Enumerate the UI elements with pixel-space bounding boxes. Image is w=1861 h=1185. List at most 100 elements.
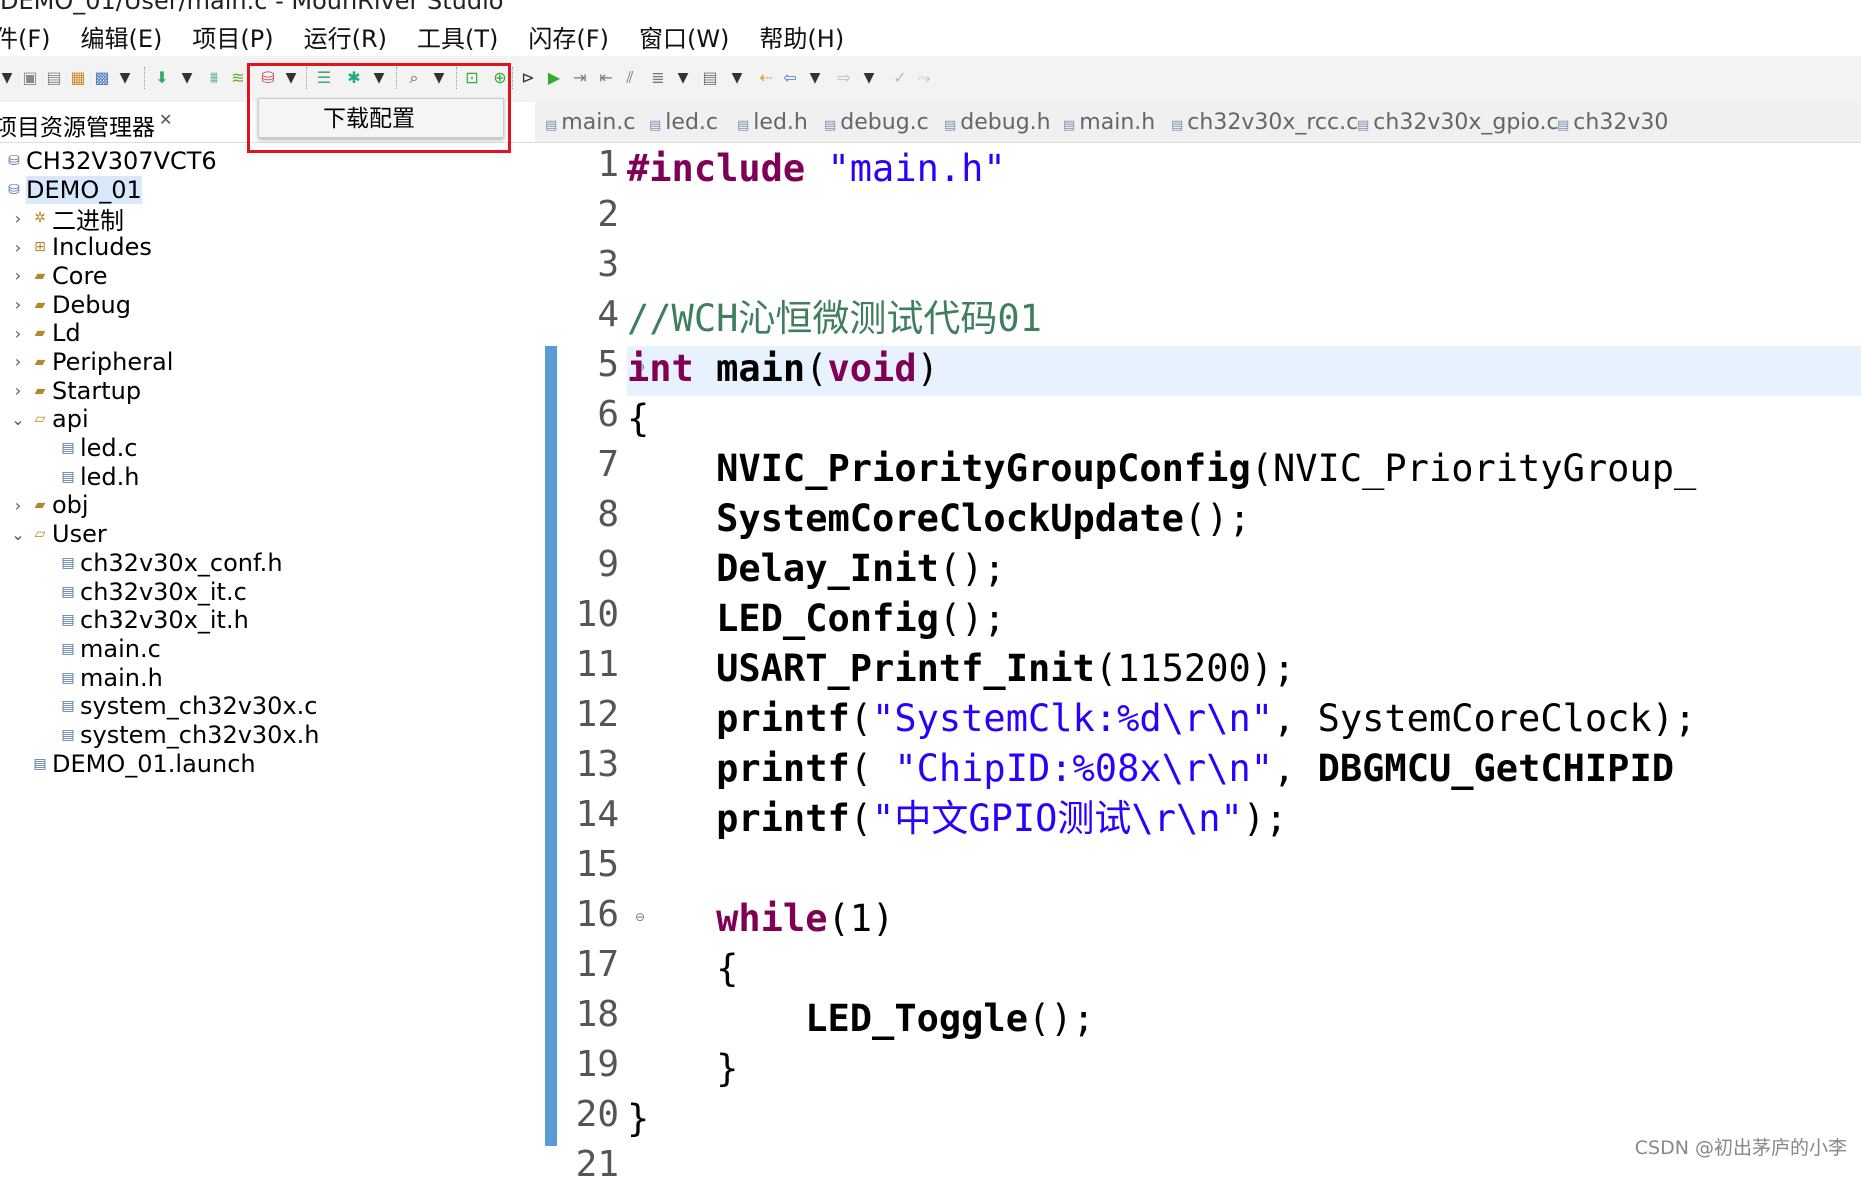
c-file-icon: ▤	[61, 583, 75, 600]
code-line[interactable]: while(1)	[627, 894, 894, 944]
editor-tab-label: ch32v30x_gpio.c	[1373, 110, 1559, 135]
chevron-down-icon[interactable]: ▼	[118, 68, 132, 88]
collapsed-chevron-icon[interactable]: ›	[10, 209, 26, 228]
chevron-down-icon[interactable]: ▼	[808, 68, 822, 88]
expanded-chevron-icon[interactable]: ⌄	[10, 410, 26, 429]
code-token: main	[716, 347, 806, 390]
collapsed-chevron-icon[interactable]: ›	[10, 238, 26, 257]
chevron-down-icon[interactable]: ▼	[676, 68, 690, 88]
collapsed-chevron-icon[interactable]: ›	[10, 266, 26, 285]
project-explorer-title[interactable]: 项目资源管理器	[0, 108, 155, 142]
annotation-icon[interactable]: ▤	[700, 68, 720, 88]
save-icon[interactable]: ▣	[20, 68, 40, 88]
editor-tab[interactable]: ▤ main.c	[545, 110, 635, 135]
code-line[interactable]: SystemCoreClockUpdate();	[627, 494, 1251, 544]
folder-icon: ▰	[34, 325, 46, 342]
code-line[interactable]: LED_Toggle();	[627, 994, 1095, 1044]
menu-item[interactable]: 帮助(H)	[759, 19, 844, 54]
code-line[interactable]: int main(void)	[627, 344, 939, 394]
editor-tab[interactable]: ▤ debug.c	[824, 110, 929, 135]
menu-item[interactable]: 工具(T)	[417, 19, 498, 54]
terminal-icon[interactable]: ⊳	[518, 68, 538, 88]
line-number: 8	[597, 494, 619, 535]
collapsed-chevron-icon[interactable]: ›	[10, 381, 26, 400]
code-line[interactable]: printf( "ChipID:%08x\r\n", DBGMCU_GetCHI…	[627, 744, 1674, 794]
code-line[interactable]: Delay_Init();	[627, 544, 1006, 594]
code-line[interactable]: USART_Printf_Init(115200);	[627, 644, 1295, 694]
collapsed-chevron-icon[interactable]: ›	[10, 295, 26, 314]
code-token: LED_Toggle	[805, 997, 1028, 1040]
editor-tab[interactable]: ▤ led.c	[649, 110, 718, 135]
expanded-chevron-icon[interactable]: ⌄	[10, 525, 26, 544]
pin-icon[interactable]: ✓	[890, 68, 910, 88]
chevron-down-icon[interactable]: ▼	[730, 68, 744, 88]
collapsed-chevron-icon[interactable]: ›	[10, 352, 26, 371]
code-token: ();	[938, 597, 1006, 640]
grid-icon[interactable]: ▩	[92, 68, 112, 88]
line-number: 4	[597, 294, 619, 335]
window-title: DEMO_01/User/main.c - MounRiver Studio	[0, 0, 504, 15]
editor-tab[interactable]: ▤ ch32v30x_rcc.c	[1171, 110, 1358, 135]
menu-item[interactable]: 闪存(F)	[528, 19, 609, 54]
calendar-icon[interactable]: ▦	[68, 68, 88, 88]
run-icon[interactable]: ▶	[544, 68, 564, 88]
collapsed-chevron-icon[interactable]: ›	[10, 496, 26, 515]
code-token: }	[627, 1047, 739, 1090]
line-number: 3	[597, 244, 619, 285]
tree-item-label: Ld	[52, 319, 81, 348]
editor-tab[interactable]: ▤ ch32v30	[1557, 110, 1668, 135]
chevron-down-icon[interactable]: ▼	[0, 68, 14, 88]
prev-edit-icon[interactable]: ⇠	[756, 68, 776, 88]
step-return-icon[interactable]: ⫽	[620, 68, 640, 88]
code-line[interactable]: }	[627, 1044, 738, 1094]
line-number: 15	[575, 844, 619, 885]
code-line[interactable]: printf("中文GPIO测试\r\n");	[627, 794, 1287, 844]
editor-tab[interactable]: ▤ main.h	[1063, 110, 1155, 135]
h-file-icon: ▤	[61, 468, 75, 485]
code-line[interactable]: }	[627, 1094, 649, 1144]
step-over-icon[interactable]: ⇤	[596, 68, 616, 88]
code-line[interactable]: //WCH沁恒微测试代码01	[627, 294, 1042, 344]
menu-item[interactable]: 窗口(W)	[639, 19, 729, 54]
code-line[interactable]: LED_Config();	[627, 594, 1006, 644]
editor-tab[interactable]: ▤ ch32v30x_gpio.c	[1357, 110, 1559, 135]
chevron-down-icon[interactable]: ▼	[180, 68, 194, 88]
code-area[interactable]: #include "main.h" //WCH沁恒微测试代码01 int main(…	[627, 142, 1861, 1168]
back-icon[interactable]: ⇦	[780, 68, 800, 88]
editor-tab-label: debug.h	[960, 110, 1051, 135]
tree-item-label: ch32v30x_conf.h	[80, 548, 283, 577]
menu-item[interactable]: 运行(R)	[304, 19, 387, 54]
menu-item[interactable]: 项目(P)	[192, 19, 273, 54]
chevron-down-icon[interactable]: ▼	[862, 68, 876, 88]
menu-item[interactable]: 件(F)	[0, 19, 51, 54]
forward-icon[interactable]: ⇨	[834, 68, 854, 88]
rebuild-icon[interactable]: ⩩	[204, 68, 224, 88]
editor-tab[interactable]: ▤ debug.h	[944, 110, 1051, 135]
editor-tab-bar: ▤ main.c ▤ led.c ▤ led.h ▤ debug.c ▤ debug.h ▤ main…	[535, 102, 1861, 143]
h-file-icon: ▤	[61, 612, 75, 629]
code-line[interactable]: {	[627, 394, 649, 444]
step-into-icon[interactable]: ⇥	[570, 68, 590, 88]
editor-tab-label: debug.c	[840, 110, 929, 135]
link-icon[interactable]: ⤳	[914, 68, 934, 88]
editor-tab[interactable]: ▤ led.h	[737, 110, 808, 135]
code-line[interactable]: {	[627, 944, 738, 994]
code-line[interactable]: NVIC_PriorityGroupConfig(NVIC_PriorityGr…	[627, 444, 1696, 494]
c-file-icon: ▤	[824, 118, 837, 133]
code-token: (	[849, 697, 873, 740]
tree-item[interactable]: ▤ DEMO_01.launch	[32, 747, 255, 781]
code-token: while	[716, 897, 828, 940]
save-all-icon[interactable]: ▤	[44, 68, 64, 88]
menu-item[interactable]: 编辑(E)	[81, 19, 163, 54]
code-line[interactable]: #include "main.h"	[627, 144, 1006, 194]
close-icon[interactable]: ✕	[159, 110, 172, 129]
code-line[interactable]: printf("SystemClk:%d\r\n", SystemCoreClo…	[627, 694, 1696, 744]
download-config-menu-item[interactable]: 下载配置	[258, 98, 504, 138]
outline-icon[interactable]: ≣	[648, 68, 668, 88]
books-icon[interactable]: ≋	[228, 68, 248, 88]
collapsed-chevron-icon[interactable]: ›	[10, 324, 26, 343]
build-icon[interactable]: ⬇	[152, 68, 172, 88]
code-token: (NVIC_PriorityGroup_	[1250, 447, 1697, 490]
